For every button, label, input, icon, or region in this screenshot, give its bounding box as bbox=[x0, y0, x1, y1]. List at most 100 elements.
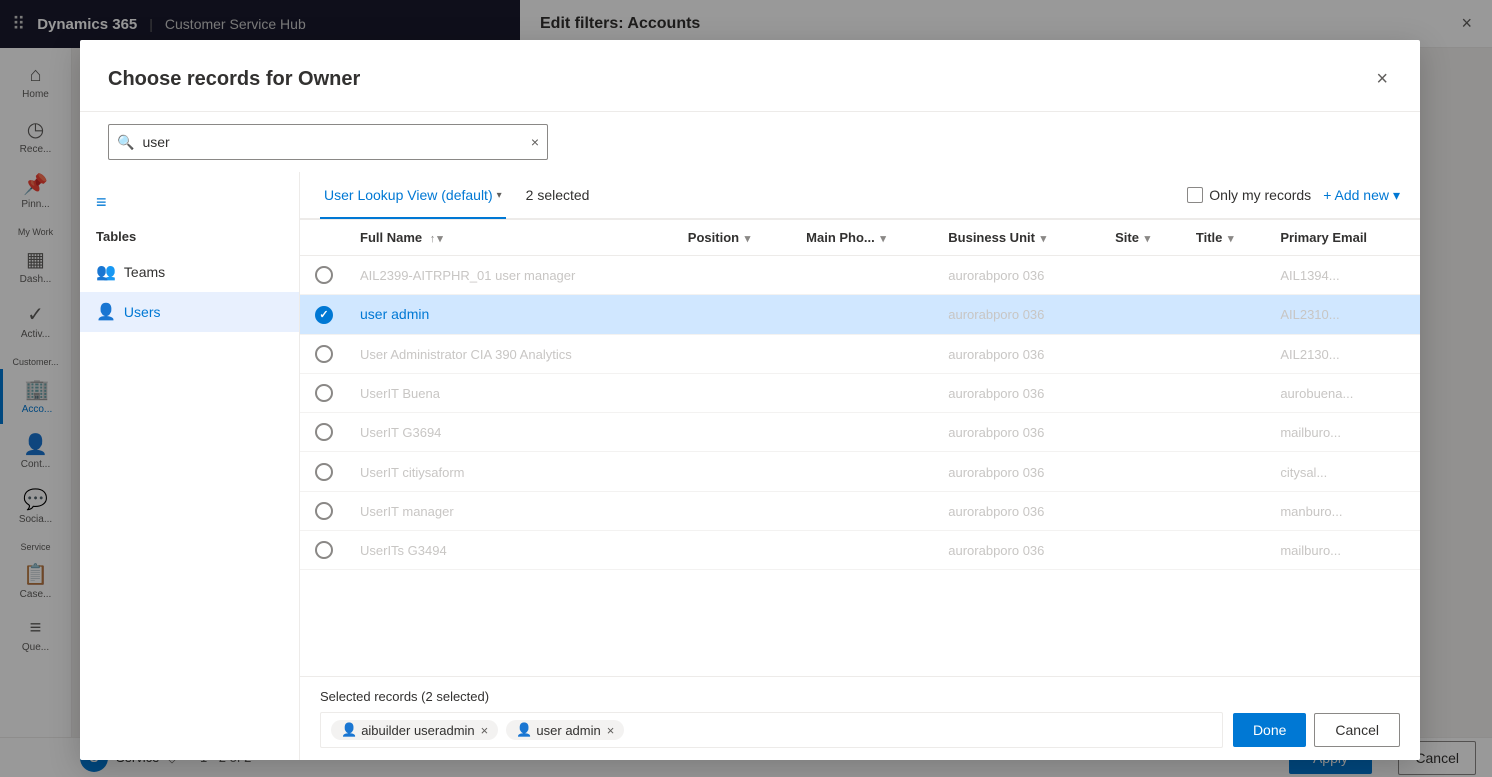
teams-icon: 👥 bbox=[96, 262, 116, 282]
cell-phone bbox=[794, 256, 936, 295]
col-select bbox=[300, 220, 348, 256]
radio-button-checked[interactable] bbox=[315, 306, 333, 324]
modal-close-button[interactable]: × bbox=[1372, 64, 1392, 95]
cell-phone bbox=[794, 334, 936, 373]
cell-site bbox=[1103, 256, 1184, 295]
cell-position bbox=[676, 334, 794, 373]
radio-button[interactable] bbox=[315, 423, 333, 441]
cell-fullname: user admin bbox=[348, 295, 676, 334]
add-new-label: + Add new bbox=[1323, 187, 1389, 203]
row-select-cell[interactable] bbox=[300, 295, 348, 334]
cell-businessunit: aurorabporo 036 bbox=[936, 491, 1103, 530]
cell-site bbox=[1103, 295, 1184, 334]
chevron-down-icon: ▾ bbox=[497, 190, 502, 201]
blurred-bu: aurorabporo 036 bbox=[948, 504, 1044, 519]
bu-filter-icon: ▾ bbox=[1041, 233, 1047, 245]
col-businessunit[interactable]: Business Unit ▾ bbox=[936, 220, 1103, 256]
chip-user-icon-1: 👤 bbox=[341, 722, 357, 738]
chip-aibuilder: 👤 aibuilder useradmin × bbox=[331, 720, 498, 740]
col-title[interactable]: Title ▾ bbox=[1184, 220, 1268, 256]
radio-button[interactable] bbox=[315, 463, 333, 481]
search-clear-button[interactable]: × bbox=[523, 134, 547, 150]
phone-filter-icon: ▾ bbox=[880, 233, 886, 245]
cell-position bbox=[676, 413, 794, 452]
row-select-cell[interactable] bbox=[300, 256, 348, 295]
blurred-email: AIL2130... bbox=[1280, 347, 1339, 362]
blurred-bu: aurorabporo 036 bbox=[948, 543, 1044, 558]
view-toolbar: User Lookup View (default) ▾ 2 selected … bbox=[300, 172, 1420, 220]
only-my-records-checkbox[interactable] bbox=[1187, 187, 1203, 203]
chip-label-2: user admin bbox=[536, 723, 600, 738]
left-nav-item-teams[interactable]: 👥 Teams bbox=[80, 252, 299, 292]
table-row: UserIT manager aurorabporo 036 manburo..… bbox=[300, 491, 1420, 530]
site-filter-icon: ▾ bbox=[1145, 233, 1151, 245]
row-select-cell[interactable] bbox=[300, 373, 348, 412]
chip-remove-2-button[interactable]: × bbox=[607, 723, 615, 738]
chip-user-icon-2: 👤 bbox=[516, 722, 532, 738]
blurred-name: UserITs G3494 bbox=[360, 543, 447, 558]
row-select-cell[interactable] bbox=[300, 413, 348, 452]
blurred-name: UserIT G3694 bbox=[360, 425, 441, 440]
user-link[interactable]: user admin bbox=[360, 306, 429, 322]
right-panel: User Lookup View (default) ▾ 2 selected … bbox=[300, 172, 1420, 760]
radio-button[interactable] bbox=[315, 266, 333, 284]
cell-title bbox=[1184, 373, 1268, 412]
col-site[interactable]: Site ▾ bbox=[1103, 220, 1184, 256]
cell-email: mailburo... bbox=[1268, 531, 1420, 570]
radio-button[interactable] bbox=[315, 502, 333, 520]
left-panel: ≡ Tables 👥 Teams 👤 Users bbox=[80, 172, 300, 760]
cell-email: aurobuena... bbox=[1268, 373, 1420, 412]
add-new-button[interactable]: + Add new ▾ bbox=[1323, 187, 1400, 204]
users-label: Users bbox=[124, 304, 161, 320]
cell-site bbox=[1103, 334, 1184, 373]
row-select-cell[interactable] bbox=[300, 334, 348, 373]
cell-fullname: User Administrator CIA 390 Analytics bbox=[348, 334, 676, 373]
chip-remove-1-button[interactable]: × bbox=[481, 723, 489, 738]
selected-records-panel: Selected records (2 selected) 👤 aibuilde… bbox=[300, 676, 1420, 760]
col-fullname[interactable]: Full Name ↑▾ bbox=[348, 220, 676, 256]
blurred-bu: aurorabporo 036 bbox=[948, 347, 1044, 362]
view-tab-user-lookup[interactable]: User Lookup View (default) ▾ bbox=[320, 173, 506, 219]
cell-site bbox=[1103, 531, 1184, 570]
search-input[interactable] bbox=[142, 134, 522, 150]
col-email: Primary Email bbox=[1268, 220, 1420, 256]
filter-lines-icon: ≡ bbox=[96, 192, 107, 212]
left-nav-item-users[interactable]: 👤 Users bbox=[80, 292, 299, 332]
table-header-row: Full Name ↑▾ Position ▾ Main Pho... ▾ Bu… bbox=[300, 220, 1420, 256]
col-mainphone[interactable]: Main Pho... ▾ bbox=[794, 220, 936, 256]
cell-title bbox=[1184, 256, 1268, 295]
selected-records-label: Selected records (2 selected) bbox=[320, 689, 1400, 704]
cell-title bbox=[1184, 491, 1268, 530]
radio-button[interactable] bbox=[315, 345, 333, 363]
row-select-cell[interactable] bbox=[300, 531, 348, 570]
table-row: user admin aurorabporo 036 AIL2310... bbox=[300, 295, 1420, 334]
row-select-cell[interactable] bbox=[300, 452, 348, 491]
cell-phone bbox=[794, 295, 936, 334]
radio-button[interactable] bbox=[315, 541, 333, 559]
row-select-cell[interactable] bbox=[300, 491, 348, 530]
blurred-email: mailburo... bbox=[1280, 543, 1341, 558]
cancel-button[interactable]: Cancel bbox=[1314, 713, 1400, 747]
cell-fullname: UserIT G3694 bbox=[348, 413, 676, 452]
cell-fullname: UserITs G3494 bbox=[348, 531, 676, 570]
view-tab-label: User Lookup View (default) bbox=[324, 187, 493, 203]
cell-phone bbox=[794, 373, 936, 412]
only-my-records-toggle[interactable]: Only my records bbox=[1187, 187, 1311, 203]
cell-site bbox=[1103, 413, 1184, 452]
cell-title bbox=[1184, 334, 1268, 373]
action-buttons: Done Cancel bbox=[1233, 713, 1400, 747]
modal-header: Choose records for Owner × bbox=[80, 40, 1420, 112]
records-table: Full Name ↑▾ Position ▾ Main Pho... ▾ Bu… bbox=[300, 220, 1420, 570]
blurred-bu: aurorabporo 036 bbox=[948, 386, 1044, 401]
cell-site bbox=[1103, 452, 1184, 491]
radio-button[interactable] bbox=[315, 384, 333, 402]
done-button[interactable]: Done bbox=[1233, 713, 1306, 747]
cell-position bbox=[676, 256, 794, 295]
cell-businessunit: aurorabporo 036 bbox=[936, 334, 1103, 373]
cell-position bbox=[676, 491, 794, 530]
cell-businessunit: aurorabporo 036 bbox=[936, 413, 1103, 452]
col-position[interactable]: Position ▾ bbox=[676, 220, 794, 256]
cell-position bbox=[676, 452, 794, 491]
selected-chips-container: 👤 aibuilder useradmin × 👤 user admin × bbox=[320, 712, 1223, 748]
blurred-name: AIL2399-AITRPHR_01 user manager bbox=[360, 268, 575, 283]
